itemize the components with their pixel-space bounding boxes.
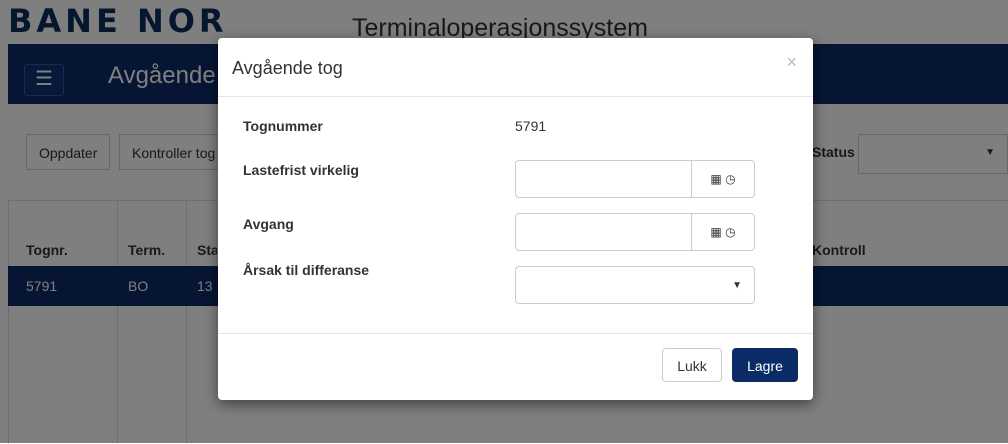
arsak-label: Årsak til differanse xyxy=(243,262,370,278)
datetime-picker-addon[interactable]: ▦ ◷ xyxy=(691,161,754,197)
close-button[interactable]: Lukk xyxy=(662,348,722,382)
modal-footer: Lukk Lagre xyxy=(218,333,813,401)
tognummer-value: 5791 xyxy=(515,118,547,134)
save-button[interactable]: Lagre xyxy=(732,348,798,382)
tognummer-label: Tognummer xyxy=(243,118,323,134)
avgang-label: Avgang xyxy=(243,216,294,232)
avgang-input[interactable]: ▦ ◷ xyxy=(515,213,755,251)
lastefrist-label: Lastefrist virkelig xyxy=(243,162,359,178)
close-icon[interactable]: × xyxy=(786,52,797,73)
calendar-icon[interactable]: ▦ xyxy=(710,225,721,239)
lastefrist-input[interactable]: ▦ ◷ xyxy=(515,160,755,198)
caret-down-icon: ▼ xyxy=(732,280,742,291)
calendar-icon[interactable]: ▦ xyxy=(710,172,721,186)
clock-icon[interactable]: ◷ xyxy=(725,225,735,239)
departing-train-dialog: Avgående tog × Tognummer 5791 Lastefrist… xyxy=(218,38,813,400)
modal-header: Avgående tog × xyxy=(218,38,813,97)
arsak-select[interactable]: ▼ xyxy=(515,266,755,304)
modal-title: Avgående tog xyxy=(232,58,343,78)
datetime-picker-addon[interactable]: ▦ ◷ xyxy=(691,214,754,250)
clock-icon[interactable]: ◷ xyxy=(725,172,735,186)
